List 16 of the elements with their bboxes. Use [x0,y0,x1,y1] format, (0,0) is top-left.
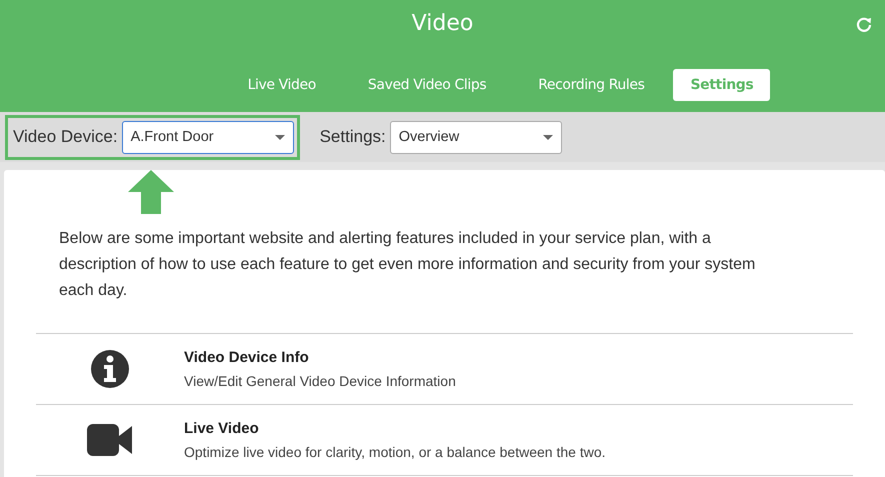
field-label: Settings: [320,127,386,147]
page-title: Video [412,10,474,38]
intro-text: Below are some important website and alerting features included in your service plan, with a description of how to use each feature to get even more information and security from your system each day. [59,229,756,301]
caret-icon [542,134,553,140]
dropdown[interactable]: A.Front Door [122,120,294,154]
feature-title[interactable]: Live Video [184,420,606,437]
field-label: Video Device: [13,127,118,147]
video-camera-icon [87,424,133,456]
refresh-icon[interactable] [855,16,873,34]
feature-description: View/Edit General Video Device Information [184,373,456,389]
caret-icon [274,134,285,140]
feature-title[interactable]: Video Device Info [184,349,456,366]
arrow-icon [128,170,174,214]
dropdown[interactable]: Overview [390,120,562,154]
feature-description: Optimize live video for clarity, motion, or a balance between the two. [184,444,606,460]
info-icon [90,349,130,389]
